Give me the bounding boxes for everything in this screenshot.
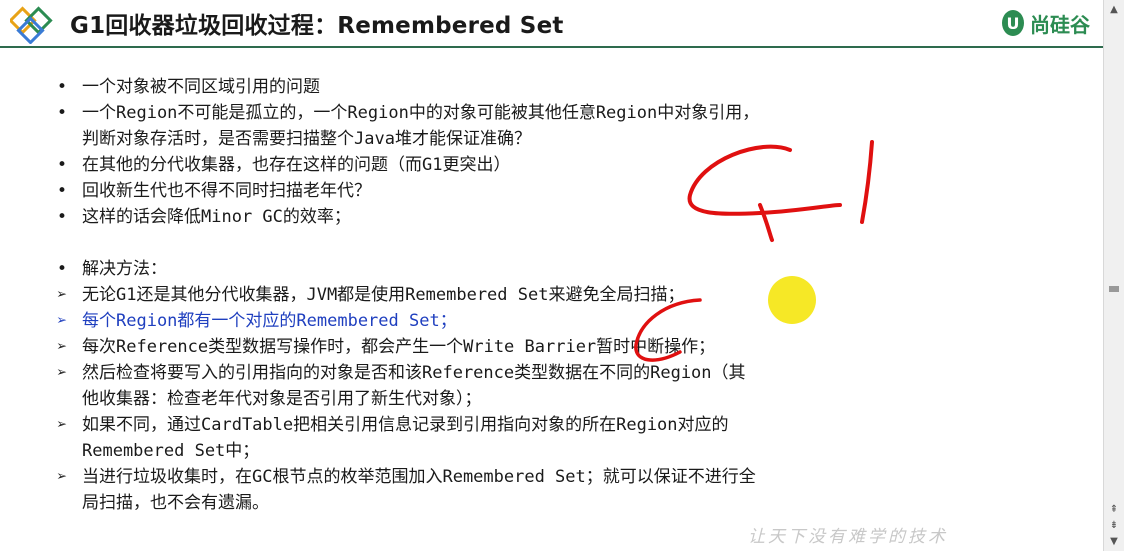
bullet-item: • 在其他的分代收集器，也存在这样的问题（而G1更突出） [50, 152, 950, 178]
bullet-text: 解决方法： [82, 259, 167, 279]
bullet-text: 回收新生代也不得不同时扫描老年代？ [82, 181, 371, 201]
arrow-text: 无论G1还是其他分代收集器，JVM都是使用Remembered Set来避免全局… [82, 285, 685, 305]
bullet-marker: • [56, 155, 68, 175]
brand-mark-icon: U [1002, 10, 1024, 36]
slide-body: • 一个对象被不同区域引用的问题 • 一个Region不可能是孤立的，一个Regio… [50, 74, 950, 516]
arrow-text: 每个Region都有一个对应的Remembered Set； [82, 311, 457, 331]
arrow-text: 如果不同，通过CardTable把相关引用信息记录到引用指向对象的所在Regio… [82, 415, 729, 461]
scroll-up-icon[interactable]: ▲ [1108, 4, 1120, 16]
bullet-item: • 回收新生代也不得不同时扫描老年代？ [50, 178, 950, 204]
watermark: 让天下没有难学的技术 [748, 527, 948, 547]
bullet-text: 这样的话会降低Minor GC的效率； [82, 207, 351, 227]
bullet-marker: • [56, 259, 68, 279]
brand-name: 尚硅谷 [1030, 12, 1090, 37]
diamond-logo-icon [10, 6, 53, 44]
title-bar: G1回收器垃圾回收过程：Remembered Set U 尚硅谷 [0, 0, 1104, 48]
arrow-text: 然后检查将要写入的引用指向的对象是否和该Reference类型数据在不同的Reg… [82, 363, 746, 409]
arrow-item: ➢ 无论G1还是其他分代收集器，JVM都是使用Remembered Set来避免全… [50, 282, 950, 308]
arrow-marker: ➢ [56, 311, 68, 331]
arrow-item: ➢ 当进行垃圾收集时，在GC根节点的枚举范围加入Remembered Set；就可… [50, 464, 950, 516]
arrow-item: ➢ 如果不同，通过CardTable把相关引用信息记录到引用指向对象的所在Regi… [50, 412, 950, 464]
arrow-marker: ➢ [56, 363, 68, 383]
arrow-marker: ➢ [56, 415, 68, 435]
arrow-marker: ➢ [56, 337, 68, 357]
arrow-item: ➢ 然后检查将要写入的引用指向的对象是否和该Reference类型数据在不同的Re… [50, 360, 950, 412]
arrow-text: 每次Reference类型数据写操作时，都会产生一个Write Barrier暂… [82, 337, 716, 357]
scroll-double-up-icon[interactable]: ⇞ [1108, 504, 1120, 516]
bullet-item: • 这样的话会降低Minor GC的效率； [50, 204, 950, 230]
bullet-marker: • [56, 77, 68, 97]
arrow-marker: ➢ [56, 467, 68, 487]
arrow-item-highlighted: ➢ 每个Region都有一个对应的Remembered Set； [50, 308, 950, 334]
bullet-text: 一个对象被不同区域引用的问题 [82, 77, 320, 97]
bullet-item: • 一个Region不可能是孤立的，一个Region中的对象可能被其他任意Regi… [50, 100, 950, 152]
slide: G1回收器垃圾回收过程：Remembered Set U 尚硅谷 • 一个对象被不… [0, 0, 1104, 551]
arrow-text: 当进行垃圾收集时，在GC根节点的枚举范围加入Remembered Set；就可以… [82, 467, 756, 513]
vertical-scrollbar[interactable]: ▲ ⇞ ⇟ ▼ [1103, 0, 1124, 551]
arrow-item: ➢ 每次Reference类型数据写操作时，都会产生一个Write Barrier… [50, 334, 950, 360]
bullet-text: 在其他的分代收集器，也存在这样的问题（而G1更突出） [82, 155, 511, 175]
bullet-item: • 一个对象被不同区域引用的问题 [50, 74, 950, 100]
bullet-marker: • [56, 181, 68, 201]
brand-logo: U 尚硅谷 [1002, 8, 1090, 38]
scroll-double-down-icon[interactable]: ⇟ [1108, 520, 1120, 532]
scroll-down-icon[interactable]: ▼ [1108, 536, 1120, 548]
page-title: G1回收器垃圾回收过程：Remembered Set [70, 13, 564, 39]
bullet-marker: • [56, 207, 68, 227]
scroll-thumb[interactable] [1109, 286, 1119, 292]
bullet-marker: • [56, 103, 68, 123]
arrow-marker: ➢ [56, 285, 68, 305]
bullet-text: 一个Region不可能是孤立的，一个Region中的对象可能被其他任意Regio… [82, 103, 760, 149]
bullet-item: • 解决方法： [50, 256, 950, 282]
